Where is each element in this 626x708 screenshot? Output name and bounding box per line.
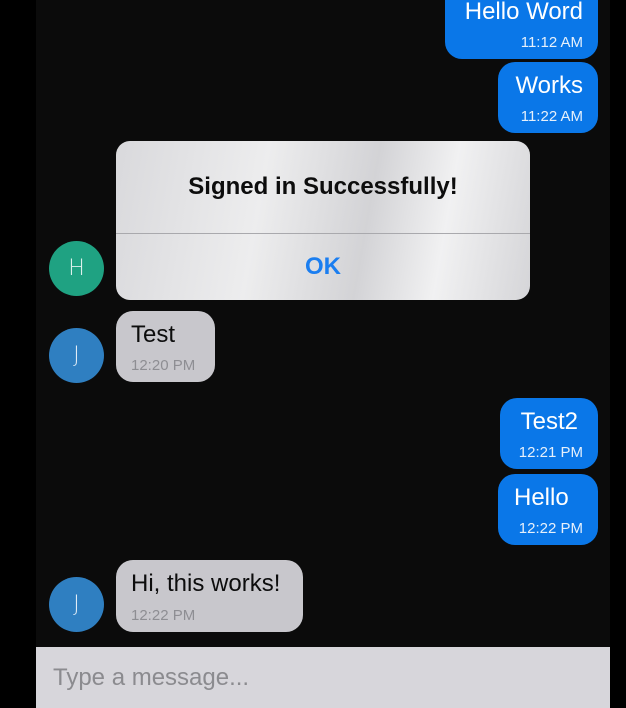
message-text: Hi, this works! (131, 570, 281, 597)
chat-screen: Hello Word 11:12 AM Works 11:22 AM H J T… (0, 0, 626, 708)
avatar[interactable]: H (49, 241, 104, 296)
avatar-initial: J (73, 592, 80, 617)
avatar-initial: J (73, 343, 80, 368)
message-bubble-incoming[interactable]: Hi, this works! 12:22 PM (116, 560, 303, 632)
message-timestamp: 12:22 PM (518, 520, 583, 537)
message-timestamp: 11:22 AM (520, 108, 583, 125)
avatar[interactable]: J (49, 577, 104, 632)
message-bubble-outgoing[interactable]: Hello 12:22 PM (498, 474, 598, 545)
message-bubble-outgoing[interactable]: Works 11:22 AM (498, 62, 598, 133)
message-text: Test (131, 321, 176, 348)
message-text: Works (515, 72, 583, 99)
message-bubble-outgoing[interactable]: Test2 12:21 PM (500, 398, 598, 469)
message-input[interactable] (36, 647, 610, 708)
message-text: Test2 (520, 408, 578, 435)
message-timestamp: 12:22 PM (131, 607, 196, 624)
alert-dialog: Signed in Successfully! OK (116, 141, 530, 300)
message-timestamp: 12:20 PM (131, 357, 196, 374)
message-bubble-incoming[interactable]: Test 12:20 PM (116, 311, 215, 382)
ok-button[interactable]: OK (116, 234, 530, 300)
message-list[interactable]: Hello Word 11:12 AM Works 11:22 AM H J T… (36, 0, 610, 647)
message-bubble-outgoing[interactable]: Hello Word 11:12 AM (445, 0, 598, 59)
composer-bar (36, 647, 610, 708)
message-timestamp: 11:12 AM (520, 34, 583, 51)
message-text: Hello (514, 484, 569, 511)
avatar-initial: H (68, 256, 85, 281)
avatar[interactable]: J (49, 328, 104, 383)
message-text: Hello Word (464, 0, 583, 25)
alert-title: Signed in Successfully! (188, 173, 458, 200)
message-timestamp: 12:21 PM (518, 444, 583, 461)
